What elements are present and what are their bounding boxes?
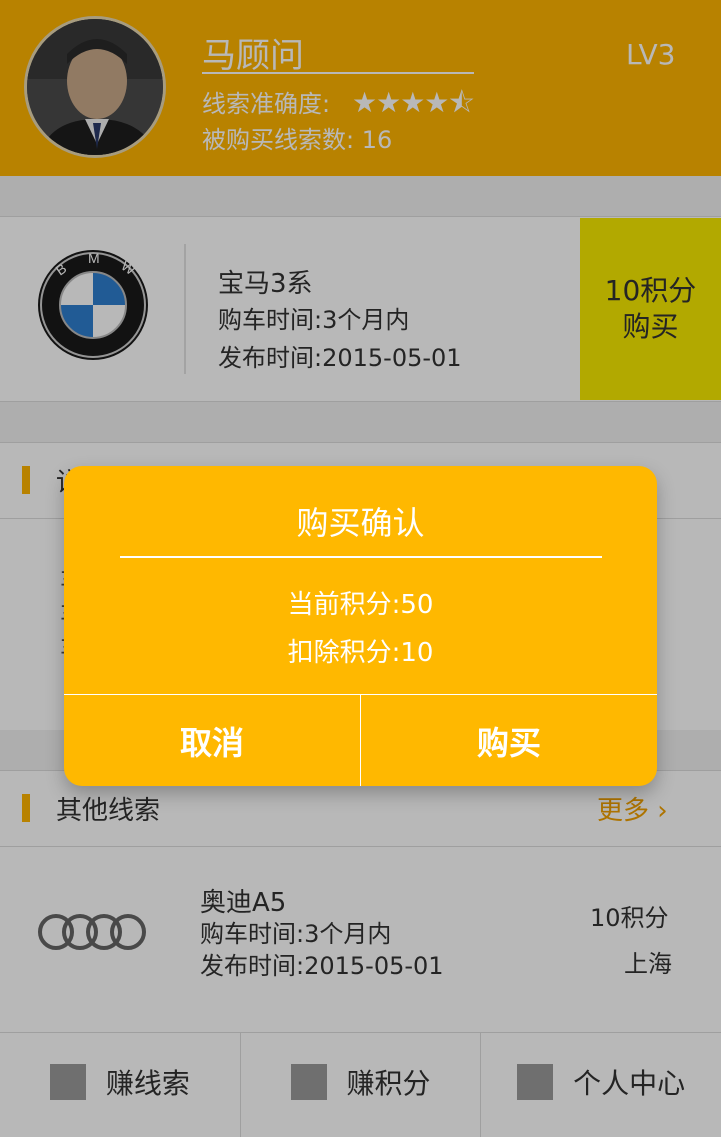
cancel-button[interactable]: 取消 — [64, 695, 360, 786]
current-points: 当前积分:50 — [287, 590, 434, 620]
dialog-title: 购买确认 — [296, 504, 425, 542]
purchase-confirm-dialog: 购买确认 当前积分:50 扣除积分:10 取消 购买 — [64, 466, 657, 786]
deduct-points: 扣除积分:10 — [287, 638, 434, 668]
confirm-buy-button[interactable]: 购买 — [361, 695, 657, 786]
dialog-title-divider — [120, 556, 602, 558]
